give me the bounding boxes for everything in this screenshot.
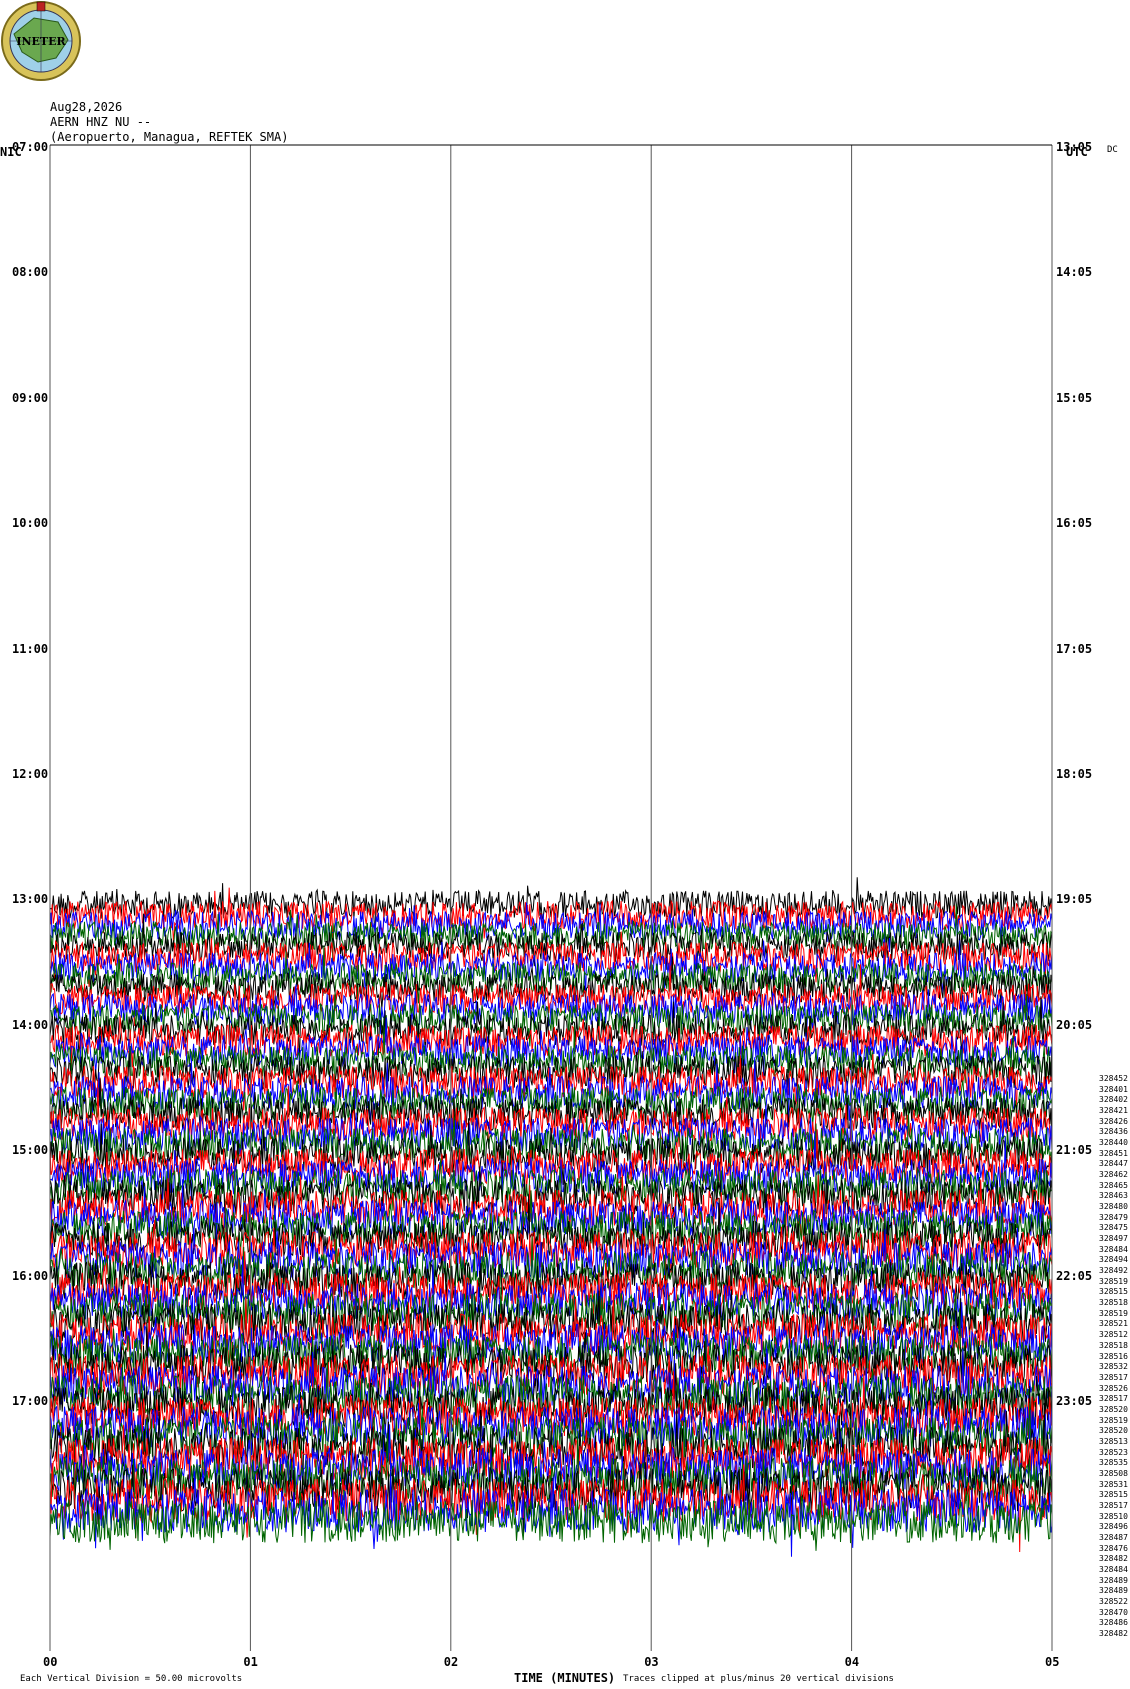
x-tick-05: 05 bbox=[1045, 1655, 1060, 1669]
left-tick-14:00: 14:00 bbox=[12, 1017, 49, 1032]
trace-value-label: 328516 bbox=[1099, 1351, 1128, 1361]
trace-value-label: 328402 bbox=[1099, 1095, 1128, 1105]
trace-value-label: 328513 bbox=[1099, 1436, 1128, 1446]
trace-value-label: 328440 bbox=[1099, 1138, 1128, 1148]
trace-value-label: 328519 bbox=[1099, 1308, 1128, 1318]
trace-value-label: 328497 bbox=[1099, 1234, 1128, 1244]
left-tick-12:00: 12:00 bbox=[12, 767, 49, 782]
trace-value-label: 328512 bbox=[1099, 1330, 1128, 1340]
footer-clip-note: Traces clipped at plus/minus 20 vertical… bbox=[623, 1674, 894, 1684]
left-tick-13:00: 13:00 bbox=[12, 892, 49, 907]
trace-value-label: 328447 bbox=[1099, 1159, 1128, 1169]
trace-value-label: 328519 bbox=[1099, 1276, 1128, 1286]
left-tick-17:00: 17:00 bbox=[12, 1394, 49, 1409]
right-tick-14:05: 14:05 bbox=[1056, 265, 1093, 280]
trace-value-label: 328517 bbox=[1099, 1394, 1128, 1404]
right-tick-13:05: 13:05 bbox=[1056, 140, 1093, 155]
right-tick-15:05: 15:05 bbox=[1056, 390, 1093, 405]
right-tick-20:05: 20:05 bbox=[1056, 1017, 1093, 1032]
trace-value-label: 328470 bbox=[1099, 1607, 1128, 1617]
footer-scale-note: Each Vertical Division = 50.00 microvolt… bbox=[20, 1674, 243, 1684]
trace-value-label: 328484 bbox=[1099, 1244, 1128, 1254]
x-axis-label: TIME (MINUTES) bbox=[514, 1671, 616, 1685]
right-tick-22:05: 22:05 bbox=[1056, 1268, 1093, 1283]
trace-value-label: 328421 bbox=[1099, 1106, 1128, 1116]
left-tick-08:00: 08:00 bbox=[12, 265, 49, 280]
trace-value-label: 328486 bbox=[1099, 1618, 1128, 1628]
trace-value-label: 328452 bbox=[1099, 1074, 1128, 1083]
trace-value-label: 328436 bbox=[1099, 1127, 1128, 1137]
trace-value-label: 328426 bbox=[1099, 1116, 1128, 1126]
trace-value-label: 328482 bbox=[1099, 1629, 1128, 1638]
trace-value-label: 328522 bbox=[1099, 1596, 1128, 1606]
trace-value-label: 328526 bbox=[1099, 1383, 1128, 1393]
trace-value-label: 328515 bbox=[1099, 1490, 1128, 1500]
trace-value-label: 328401 bbox=[1099, 1084, 1128, 1094]
right-tick-19:05: 19:05 bbox=[1056, 892, 1093, 907]
x-tick-02: 02 bbox=[443, 1655, 459, 1669]
right-tick-17:05: 17:05 bbox=[1056, 641, 1093, 656]
trace-value-label: 328531 bbox=[1099, 1479, 1128, 1489]
trace-value-label: 328521 bbox=[1099, 1319, 1128, 1329]
trace-value-label: 328535 bbox=[1099, 1458, 1128, 1468]
trace-value-label: 328487 bbox=[1099, 1532, 1128, 1542]
trace-value-label: 328489 bbox=[1099, 1575, 1128, 1585]
trace-value-label: 328517 bbox=[1099, 1500, 1128, 1510]
trace-value-label: 328465 bbox=[1099, 1180, 1128, 1190]
trace-value-label: 328463 bbox=[1099, 1191, 1128, 1201]
trace-value-label: 328480 bbox=[1099, 1202, 1128, 1212]
trace-value-label: 328510 bbox=[1099, 1511, 1128, 1521]
trace-value-label: 328484 bbox=[1099, 1564, 1128, 1574]
x-tick-00: 00 bbox=[43, 1655, 58, 1669]
seismogram-plot bbox=[49, 144, 1053, 1651]
trace-value-label: 328518 bbox=[1099, 1340, 1128, 1350]
trace-value-label: 328492 bbox=[1099, 1266, 1128, 1276]
trace-value-label: 328475 bbox=[1099, 1223, 1128, 1233]
left-tick-11:00: 11:00 bbox=[12, 641, 49, 656]
trace-value-label: 328496 bbox=[1099, 1522, 1128, 1532]
left-tick-09:00: 09:00 bbox=[12, 390, 49, 405]
x-tick-04: 04 bbox=[844, 1655, 860, 1669]
trace-value-label: 328523 bbox=[1099, 1447, 1128, 1457]
trace-value-label: 328515 bbox=[1099, 1287, 1128, 1297]
x-tick-01: 01 bbox=[243, 1655, 258, 1669]
trace-value-label: 328476 bbox=[1099, 1543, 1128, 1553]
trace-value-label: 328462 bbox=[1099, 1170, 1128, 1180]
left-tick-15:00: 15:00 bbox=[12, 1143, 49, 1158]
trace-value-label: 328482 bbox=[1099, 1554, 1128, 1564]
trace-value-label: 328479 bbox=[1099, 1212, 1128, 1222]
trace-value-label: 328518 bbox=[1099, 1298, 1128, 1308]
trace-value-label: 328517 bbox=[1099, 1372, 1128, 1382]
trace-value-label: 328532 bbox=[1099, 1362, 1128, 1372]
trace-value-label: 328508 bbox=[1099, 1468, 1128, 1478]
trace-value-label: 328451 bbox=[1099, 1148, 1128, 1158]
left-tick-16:00: 16:00 bbox=[12, 1268, 49, 1283]
right-tick-16:05: 16:05 bbox=[1056, 516, 1093, 531]
trace-value-label: 328489 bbox=[1099, 1586, 1128, 1596]
trace-value-label: 328520 bbox=[1099, 1404, 1128, 1414]
right-tick-23:05: 23:05 bbox=[1056, 1394, 1093, 1409]
trace-value-label: 328494 bbox=[1099, 1255, 1128, 1265]
trace-value-label: 328520 bbox=[1099, 1426, 1128, 1436]
trace-value-label: 328519 bbox=[1099, 1415, 1128, 1425]
right-tick-21:05: 21:05 bbox=[1056, 1143, 1093, 1158]
x-tick-03: 03 bbox=[644, 1655, 659, 1669]
left-tick-10:00: 10:00 bbox=[12, 516, 49, 531]
right-tick-18:05: 18:05 bbox=[1056, 767, 1093, 782]
left-tick-07:00: 07:00 bbox=[12, 140, 49, 155]
